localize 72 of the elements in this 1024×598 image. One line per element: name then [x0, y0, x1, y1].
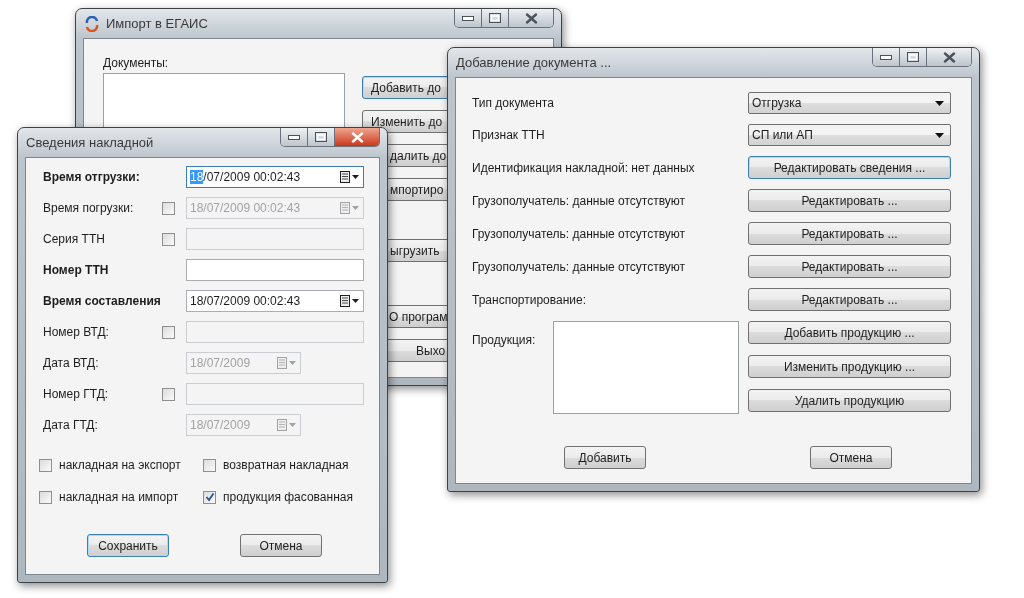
checkbox-label: возвратная накладная	[223, 458, 349, 472]
text-field[interactable]	[186, 259, 364, 281]
calendar-dropdown-icon	[340, 171, 360, 183]
window-title: Сведения накладной	[26, 135, 154, 150]
minimize-icon	[462, 15, 474, 21]
edit-button[interactable]: Редактировать сведения ...	[748, 156, 951, 179]
close-icon	[524, 12, 538, 24]
dialog-button[interactable]: Отмена	[240, 534, 322, 557]
calendar-dropdown-icon	[340, 295, 360, 307]
calendar-dropdown-icon	[277, 357, 297, 369]
calendar-dropdown-icon	[277, 419, 297, 431]
row-label: Идентификация накладной: нет данных	[472, 160, 696, 175]
dropdown[interactable]: Отгрузка	[748, 92, 951, 114]
maximize-icon	[489, 13, 501, 23]
close-icon	[942, 51, 956, 63]
field-label: Серия ТТН	[43, 232, 106, 246]
product-button[interactable]: Изменить продукцию ...	[748, 355, 951, 378]
edit-button[interactable]: Редактировать ...	[748, 222, 951, 245]
date-picker[interactable]: 18/07/2009 00:02:43	[186, 290, 364, 312]
field-label: Время составления	[43, 294, 162, 308]
edit-button[interactable]: Редактировать ...	[748, 189, 951, 212]
dialog-button[interactable]: Добавить	[564, 446, 646, 469]
dialog-button[interactable]: Отмена	[810, 446, 892, 469]
minimize-button[interactable]	[281, 128, 308, 146]
close-icon	[350, 131, 364, 143]
field-label: Номер ГТД:	[43, 387, 110, 401]
checkbox[interactable]	[39, 458, 52, 472]
calendar-dropdown-icon	[340, 202, 360, 214]
product-button[interactable]: Удалить продукцию	[748, 389, 951, 412]
products-list[interactable]	[553, 321, 739, 414]
maximize-icon	[315, 132, 327, 142]
edit-button[interactable]: Редактировать ...	[748, 288, 951, 311]
row-label: Грузополучатель: данные отсутствуют	[472, 226, 687, 241]
minimize-icon	[288, 134, 300, 140]
close-button[interactable]	[927, 48, 971, 66]
minimize-button[interactable]	[873, 48, 900, 66]
checkbox-label: накладная на импорт	[59, 490, 179, 504]
checkbox[interactable]	[39, 490, 52, 504]
row-label: Транспортирование:	[472, 292, 587, 307]
caret-icon	[935, 100, 944, 106]
row-label: Тип документа	[472, 96, 555, 110]
field-label: Дата ГТД:	[43, 418, 99, 432]
maximize-button[interactable]	[482, 9, 509, 27]
field-label: Дата ВТД:	[43, 356, 100, 370]
edit-button[interactable]: Редактировать ...	[748, 255, 951, 278]
app-icon	[84, 15, 100, 32]
row-label: Признак ТТН	[472, 128, 546, 142]
row-label: Грузополучатель: данные отсутствуют	[472, 259, 687, 274]
checkbox[interactable]	[203, 458, 216, 472]
products-label: Продукция:	[472, 333, 537, 349]
maximize-icon	[907, 52, 919, 62]
row-label: Грузополучатель: данные отсутствуют	[472, 193, 687, 208]
maximize-button[interactable]	[308, 128, 335, 146]
product-button[interactable]: Добавить продукцию ...	[748, 321, 951, 344]
dialog-button[interactable]: Сохранить	[87, 534, 169, 557]
close-button[interactable]	[335, 128, 379, 146]
minimize-button[interactable]	[455, 9, 482, 27]
minimize-icon	[880, 54, 892, 60]
checkbox-label: накладная на экспорт	[59, 458, 181, 472]
window-title: Импорт в ЕГАИС	[106, 16, 208, 31]
caret-icon	[935, 132, 944, 138]
close-button[interactable]	[509, 9, 553, 27]
checkbox-label: продукция фасованная	[223, 490, 353, 504]
maximize-button[interactable]	[900, 48, 927, 66]
checkbox[interactable]	[203, 490, 216, 504]
documents-label: Документы:	[103, 56, 170, 70]
field-label: Номер ТТН	[43, 263, 110, 277]
field-label: Время отгрузки:	[43, 170, 141, 184]
dropdown[interactable]: СП или АП	[748, 124, 951, 146]
field-label: Номер ВТД:	[43, 325, 110, 339]
window-title: Добавление документа ...	[456, 55, 612, 70]
field-label: Время погрузки:	[43, 201, 135, 215]
